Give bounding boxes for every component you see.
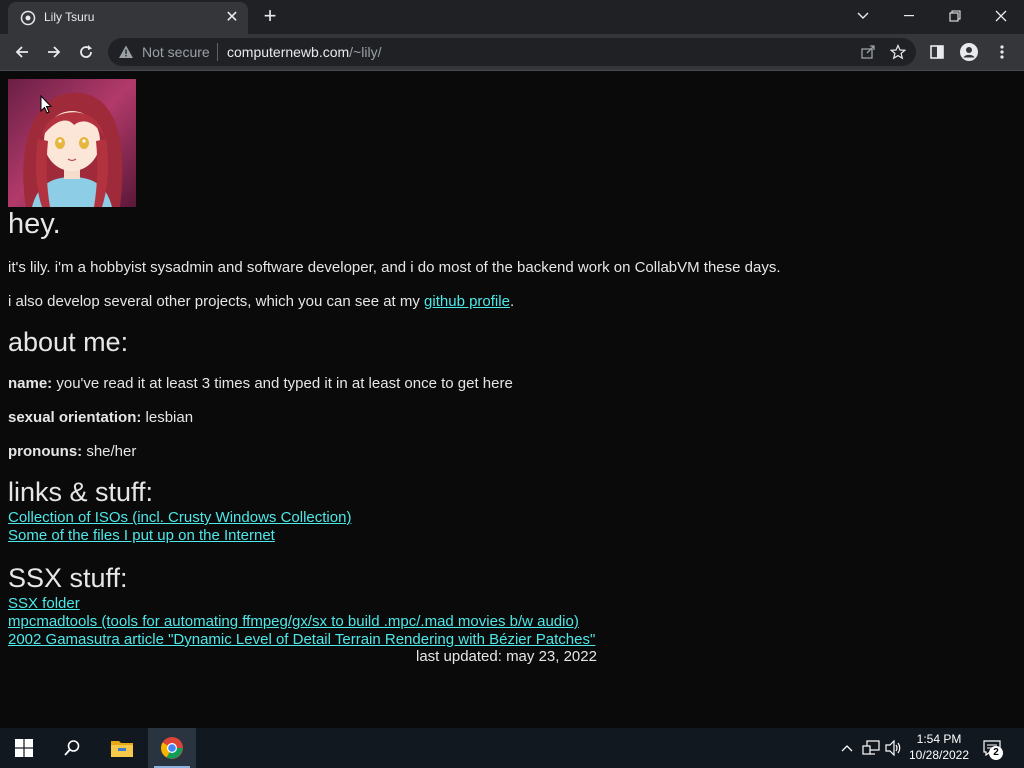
page-content: hey. it's lily. i'm a hobbyist sysadmin …	[0, 71, 1024, 728]
pronouns-value: she/her	[82, 443, 137, 460]
mpcmadtools-link[interactable]: mpcmadtools (tools for automating ffmpeg…	[8, 613, 579, 630]
new-tab-button[interactable]: +	[259, 5, 281, 28]
tab-search-chevron-icon[interactable]	[840, 0, 886, 32]
security-status[interactable]: Not secure	[142, 44, 210, 60]
name-label: name:	[8, 375, 53, 392]
mouse-cursor-icon	[40, 94, 53, 120]
tab-close-icon[interactable]: ✕	[224, 10, 240, 26]
iso-collection-link[interactable]: Collection of ISOs (incl. Crusty Windows…	[8, 509, 351, 526]
browser-tab[interactable]: Lily Tsuru ✕	[8, 2, 248, 34]
about-heading: about me:	[8, 327, 129, 357]
back-button[interactable]	[10, 40, 34, 64]
url-host: computernewb.com	[227, 44, 350, 60]
chrome-taskbar-button[interactable]	[148, 728, 196, 768]
reload-button[interactable]	[74, 40, 98, 64]
url-path: /~lily/	[349, 44, 382, 60]
orientation-row: sexual orientation: lesbian	[8, 409, 193, 426]
bookmark-star-icon[interactable]	[886, 40, 910, 64]
menu-kebab-icon[interactable]	[990, 40, 1014, 64]
warning-icon[interactable]	[118, 44, 134, 60]
greeting-heading: hey.	[8, 208, 61, 240]
avatar	[8, 79, 136, 207]
chevron-up-icon[interactable]	[837, 738, 857, 758]
taskbar: 1:54 PM 10/28/2022 2	[0, 728, 1024, 768]
orientation-label: sexual orientation:	[8, 409, 142, 426]
taskbar-clock[interactable]: 1:54 PM 10/28/2022	[902, 731, 976, 763]
browser-toolbar: Not secure computernewb.com/~lily/	[0, 34, 1024, 70]
intro-paragraph: it's lily. i'm a hobbyist sysadmin and s…	[8, 259, 781, 276]
forward-button[interactable]	[42, 40, 66, 64]
name-row: name: you've read it at least 3 times an…	[8, 375, 513, 392]
side-panel-icon[interactable]	[925, 40, 949, 64]
network-icon[interactable]	[861, 738, 881, 758]
url-text[interactable]: computernewb.com/~lily/	[227, 44, 381, 60]
gamasutra-article-link[interactable]: 2002 Gamasutra article "Dynamic Level of…	[8, 631, 595, 648]
orientation-value: lesbian	[141, 409, 194, 426]
projects-text: i also develop several other projects, w…	[8, 293, 425, 310]
last-updated: last updated: may 23, 2022	[416, 648, 597, 665]
ssx-folder-link[interactable]: SSX folder	[8, 595, 80, 612]
search-icon[interactable]	[48, 728, 96, 768]
volume-icon[interactable]	[884, 738, 904, 758]
clock-date: 10/28/2022	[908, 748, 970, 762]
clock-time: 1:54 PM	[916, 732, 962, 746]
pronouns-row: pronouns: she/her	[8, 443, 136, 460]
ssx-heading: SSX stuff:	[8, 563, 128, 593]
github-profile-link[interactable]: github profile	[424, 293, 510, 310]
name-value: you've read it at least 3 times and type…	[52, 375, 513, 392]
share-icon[interactable]	[856, 40, 880, 64]
tab-strip: Lily Tsuru ✕ +	[0, 0, 1024, 34]
projects-period: .	[509, 293, 515, 310]
close-window-button[interactable]	[978, 0, 1024, 32]
file-explorer-icon[interactable]	[98, 728, 146, 768]
links-heading: links & stuff:	[8, 477, 154, 507]
tab-title: Lily Tsuru	[44, 10, 95, 24]
projects-paragraph: i also develop several other projects, w…	[8, 293, 514, 310]
address-separator	[217, 43, 218, 61]
address-bar[interactable]: Not secure computernewb.com/~lily/	[108, 38, 916, 66]
files-link[interactable]: Some of the files I put up on the Intern…	[8, 527, 275, 544]
favicon-icon	[20, 10, 36, 26]
start-button[interactable]	[0, 728, 48, 768]
minimize-button[interactable]	[886, 0, 932, 32]
profile-icon[interactable]	[957, 40, 981, 64]
restore-button[interactable]	[932, 0, 978, 32]
pronouns-label: pronouns:	[8, 443, 83, 460]
notification-count-badge: 2	[989, 746, 1003, 760]
